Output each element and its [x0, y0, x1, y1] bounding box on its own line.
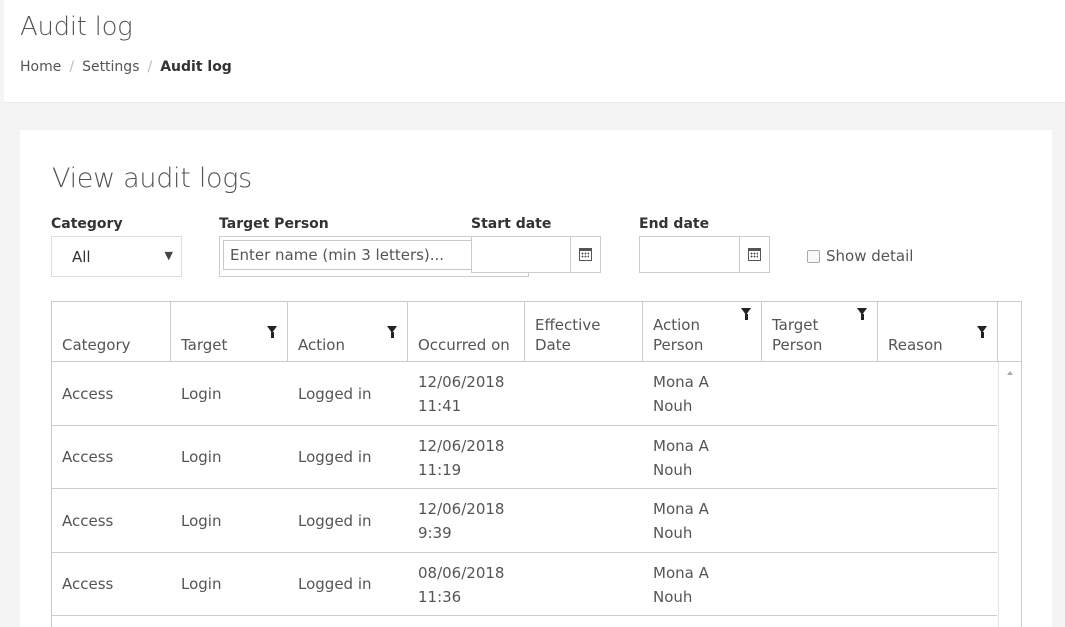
end-date-label: End date — [639, 216, 710, 232]
cell-category: Access — [62, 511, 114, 530]
cell-target: Login — [181, 511, 222, 530]
cell-category: Access — [62, 448, 114, 466]
cell-category: Access — [62, 575, 114, 593]
cell-occurred-on: 12/06/2018 11:19 — [418, 436, 505, 479]
cell-action: Logged in — [298, 511, 372, 530]
filter-icon[interactable] — [977, 326, 987, 351]
breadcrumb-separator: / — [147, 59, 153, 75]
category-select-value: All — [72, 248, 91, 266]
panel-title: View audit logs — [52, 163, 252, 194]
cell-action-person: Mona A Nouh — [653, 373, 709, 415]
show-detail-label: Show detail — [826, 247, 914, 265]
cell-occurred-on: 12/06/2018 9:39 — [418, 500, 505, 542]
column-header-target-person[interactable]: Target Person — [762, 302, 878, 361]
cell-action-person: Mona A Nouh — [653, 563, 709, 606]
filter-icon[interactable] — [267, 326, 277, 351]
table-row[interactable]: Access Login Logged in 12/06/2018 9:39 Mo… — [52, 489, 997, 553]
category-label: Category — [51, 216, 123, 232]
breadcrumb: Home / Settings / Audit log — [20, 59, 232, 75]
cell-occurred-on: 12/06/2018 11:41 — [418, 373, 505, 415]
filter-icon[interactable] — [741, 308, 751, 333]
show-detail-toggle[interactable]: Show detail — [807, 247, 913, 265]
scroll-up-icon[interactable] — [1007, 371, 1013, 375]
show-detail-checkbox[interactable] — [807, 249, 820, 263]
category-select[interactable]: All ▼ — [51, 236, 182, 277]
chevron-down-icon: ▼ — [164, 249, 173, 262]
column-header-action[interactable]: Action — [288, 302, 408, 361]
end-date-input[interactable] — [639, 236, 770, 273]
table-row[interactable]: Access Login Logged in 12/06/2018 11:41 M… — [52, 362, 997, 426]
cell-action-person: Mona A Nouh — [653, 436, 709, 479]
table-row[interactable]: Access Login Logged in 08/06/2018 11:36 M… — [52, 553, 997, 616]
cell-action: Logged in — [298, 575, 372, 593]
cell-category: Access — [62, 384, 114, 403]
cell-target: Login — [181, 384, 222, 403]
cell-target: Login — [181, 575, 222, 593]
start-date-input[interactable] — [471, 236, 601, 273]
cell-occurred-on: 08/06/2018 11:36 — [418, 563, 505, 606]
filter-icon[interactable] — [857, 308, 867, 333]
breadcrumb-separator: / — [69, 59, 75, 75]
audit-log-panel: View audit logs Category Target Person S… — [20, 130, 1052, 627]
page-title: Audit log — [20, 12, 133, 42]
cell-target: Login — [181, 448, 222, 466]
table-scrollbar[interactable] — [998, 362, 1021, 627]
calendar-icon — [579, 248, 592, 261]
start-date-calendar-button[interactable] — [570, 237, 600, 272]
target-person-label: Target Person — [219, 216, 329, 232]
breadcrumb-settings[interactable]: Settings — [82, 59, 139, 75]
breadcrumb-home[interactable]: Home — [20, 59, 61, 75]
table-body: Access Login Logged in 12/06/2018 11:41 M… — [52, 362, 997, 616]
table-header: Category Target Action Occurred on Effec… — [52, 302, 1021, 362]
breadcrumb-current: Audit log — [160, 59, 232, 75]
filter-icon[interactable] — [387, 326, 397, 351]
calendar-icon — [748, 248, 761, 261]
column-header-reason[interactable]: Reason — [878, 302, 998, 361]
column-header-action-person[interactable]: Action Person — [643, 302, 762, 361]
column-header-effective-date[interactable]: Effective Date — [525, 302, 643, 361]
cell-action: Logged in — [298, 384, 372, 403]
column-header-category[interactable]: Category — [52, 302, 171, 361]
start-date-label: Start date — [471, 216, 552, 232]
cell-action-person: Mona A Nouh — [653, 500, 709, 542]
column-header-occurred-on[interactable]: Occurred on — [408, 302, 525, 361]
end-date-calendar-button[interactable] — [739, 237, 769, 272]
cell-action: Logged in — [298, 448, 372, 466]
page-header: Audit log Home / Settings / Audit log — [4, 0, 1065, 103]
table-row[interactable]: Access Login Logged in 12/06/2018 11:19 M… — [52, 426, 997, 489]
target-person-input[interactable]: Enter name (min 3 letters)... — [223, 240, 473, 270]
column-header-target[interactable]: Target — [171, 302, 288, 361]
audit-log-table: Category Target Action Occurred on Effec… — [51, 301, 1022, 627]
